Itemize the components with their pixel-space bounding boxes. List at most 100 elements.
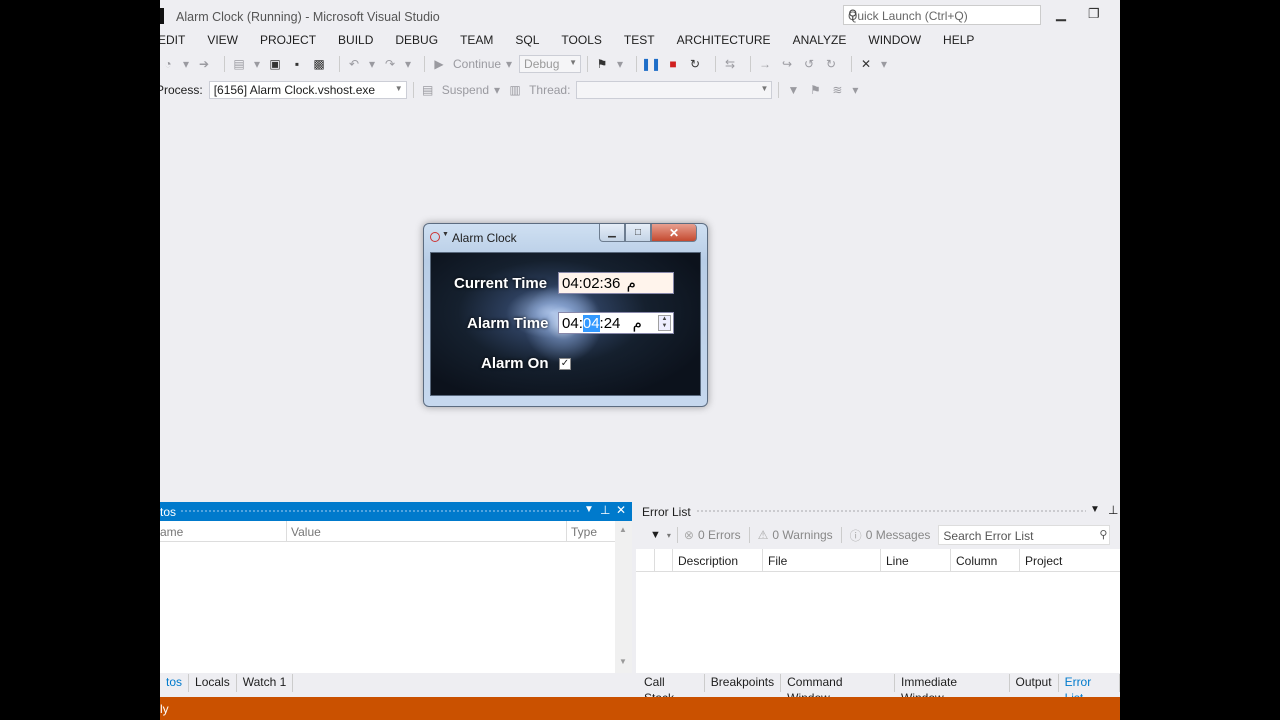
alarm-hours[interactable]: 04 — [562, 315, 579, 332]
alarm-on-checkbox[interactable]: ✓ — [559, 358, 571, 370]
column-type[interactable]: Type — [571, 525, 597, 539]
process-dropdown[interactable]: [6156] Alarm Clock.vshost.exe ▼ — [208, 81, 407, 99]
menu-project[interactable]: PROJECT — [260, 31, 326, 51]
tab-watch-1[interactable]: Watch 1 — [237, 674, 294, 692]
open-file-icon[interactable]: ▣ — [267, 56, 283, 72]
column-file[interactable]: File — [768, 554, 787, 568]
hex-display-icon[interactable]: ✕ — [858, 56, 874, 72]
spin-up-icon[interactable]: ▲ — [659, 316, 670, 323]
time-spinner[interactable]: ▲ ▼ — [658, 315, 671, 331]
warnings-filter-button[interactable]: 0 Warnings — [772, 528, 832, 542]
search-error-list-input[interactable]: Search Error List ⚲ — [938, 525, 1111, 545]
pane-dropdown-icon[interactable]: ▼ — [584, 504, 594, 515]
menu-view[interactable]: VIEW — [207, 31, 248, 51]
restart-icon[interactable]: ↻ — [687, 56, 703, 72]
flag-threads-icon[interactable]: ⚑ — [807, 82, 823, 98]
new-project-icon[interactable]: ▤ — [231, 56, 247, 72]
search-icon[interactable]: ⚲ — [848, 7, 1036, 23]
dropdown-arrow-icon[interactable]: ▾ — [182, 56, 190, 72]
navigate-forward-icon[interactable]: ➔ — [196, 56, 212, 72]
column-line[interactable]: Line — [886, 554, 909, 568]
attach-process-icon[interactable]: ⚑ — [594, 56, 610, 72]
alarm-minutes[interactable]: 04 — [582, 315, 600, 332]
dropdown-arrow-icon[interactable]: ▾ — [404, 56, 412, 72]
tab-locals[interactable]: Locals — [189, 674, 237, 692]
app-icon[interactable] — [430, 232, 440, 242]
suspend-label[interactable]: Suspend — [442, 83, 489, 97]
alarm-time-picker[interactable]: 04:04:24 م ▲ ▼ — [558, 312, 674, 334]
step-into-icon[interactable]: → — [757, 56, 773, 72]
step-over-icon[interactable]: ↪ — [779, 56, 795, 72]
column-description[interactable]: Description — [678, 554, 738, 568]
save-all-icon[interactable]: ▩ — [311, 56, 327, 72]
dropdown-arrow-icon[interactable]: ▾ — [616, 56, 624, 72]
minimize-button[interactable]: ▁ — [1056, 6, 1066, 22]
undo-icon[interactable]: ↶ — [346, 56, 362, 72]
tab-call-stack[interactable]: Call Stack — [638, 674, 705, 705]
pin-icon[interactable]: ⊥ — [600, 503, 610, 517]
menu-tools[interactable]: TOOLS — [561, 31, 611, 51]
stop-debugging-icon[interactable]: ■ — [665, 56, 681, 72]
scroll-down-icon[interactable]: ▼ — [619, 657, 627, 666]
menu-debug[interactable]: DEBUG — [395, 31, 448, 51]
tab-output[interactable]: Output — [1010, 674, 1059, 692]
dropdown-arrow-icon[interactable]: ▾ — [667, 531, 671, 540]
menu-team[interactable]: TEAM — [460, 31, 503, 51]
menu-test[interactable]: TEST — [624, 31, 665, 51]
messages-filter-button[interactable]: 0 Messages — [866, 528, 931, 542]
alarm-seconds[interactable]: 24 — [604, 315, 621, 332]
suspend-icon[interactable]: ▤ — [420, 82, 436, 98]
dropdown-arrow-icon[interactable]: ▾ — [368, 56, 376, 72]
navigate-back-icon[interactable]: ◔ — [160, 56, 176, 72]
filter-icon[interactable]: ▼ — [650, 529, 661, 541]
solution-config-dropdown[interactable]: Debug ▼ — [519, 55, 582, 73]
minimize-button[interactable]: ▁ — [599, 224, 625, 242]
toolbar-options-icon[interactable]: ▾ — [851, 82, 859, 98]
restore-button[interactable]: ❐ — [1088, 6, 1100, 22]
show-threads-icon[interactable]: ≋ — [829, 82, 845, 98]
thread-icon[interactable]: ▥ — [507, 82, 523, 98]
tab-immediate-window[interactable]: Immediate Window — [895, 674, 1010, 705]
column-name[interactable]: ame — [160, 525, 183, 539]
system-menu-arrow-icon[interactable]: ▼ — [442, 231, 449, 238]
continue-button[interactable]: Continue — [453, 57, 501, 71]
dropdown-arrow-icon[interactable]: ▾ — [253, 56, 261, 72]
thread-dropdown[interactable]: ▼ — [576, 81, 773, 99]
maximize-button[interactable]: □ — [625, 224, 651, 242]
show-next-statement-icon[interactable]: ⇆ — [722, 56, 738, 72]
close-icon[interactable]: ✕ — [616, 503, 626, 517]
pane-dropdown-icon[interactable]: ▼ — [1090, 504, 1100, 515]
column-column[interactable]: Column — [956, 554, 997, 568]
tab-breakpoints[interactable]: Breakpoints — [705, 674, 782, 692]
menu-analyze[interactable]: ANALYZE — [793, 31, 857, 51]
menu-help[interactable]: HELP — [943, 31, 984, 51]
continue-icon[interactable]: ▶ — [431, 56, 447, 72]
menu-build[interactable]: BUILD — [338, 31, 383, 51]
menu-window[interactable]: WINDOW — [868, 31, 931, 51]
dropdown-arrow-icon[interactable]: ▾ — [505, 56, 513, 72]
scroll-up-icon[interactable]: ▲ — [619, 525, 627, 534]
step-back-icon[interactable]: ↻ — [823, 56, 839, 72]
step-out-icon[interactable]: ↺ — [801, 56, 817, 72]
close-button[interactable]: ✕ — [651, 224, 697, 242]
dropdown-arrow-icon[interactable]: ▾ — [493, 82, 501, 98]
save-icon[interactable]: ▪ — [289, 56, 305, 72]
pin-icon[interactable]: ⊥ — [1108, 503, 1118, 517]
tab-command-window[interactable]: Command Window — [781, 674, 895, 705]
tab-error-list[interactable]: Error List — [1059, 674, 1120, 705]
menu-architecture[interactable]: ARCHITECTURE — [677, 31, 781, 51]
column-project[interactable]: Project — [1025, 554, 1062, 568]
errors-filter-button[interactable]: 0 Errors — [698, 528, 741, 542]
spin-down-icon[interactable]: ▼ — [659, 323, 670, 330]
filter-icon[interactable]: ▼ — [785, 82, 801, 98]
vertical-scrollbar[interactable]: ▲ ▼ — [615, 521, 632, 673]
search-icon[interactable]: ⚲ — [1099, 528, 1107, 541]
break-all-icon[interactable]: ❚❚ — [641, 56, 661, 72]
column-value[interactable]: Value — [291, 525, 321, 539]
menu-sql[interactable]: SQL — [515, 31, 549, 51]
redo-icon[interactable]: ↷ — [382, 56, 398, 72]
tab-autos[interactable]: tos — [160, 674, 190, 692]
menu-edit[interactable]: EDIT — [160, 31, 195, 51]
toolbar-options-icon[interactable]: ▾ — [880, 56, 888, 72]
quick-launch-input[interactable]: Quick Launch (Ctrl+Q) ⚲ — [843, 5, 1041, 25]
